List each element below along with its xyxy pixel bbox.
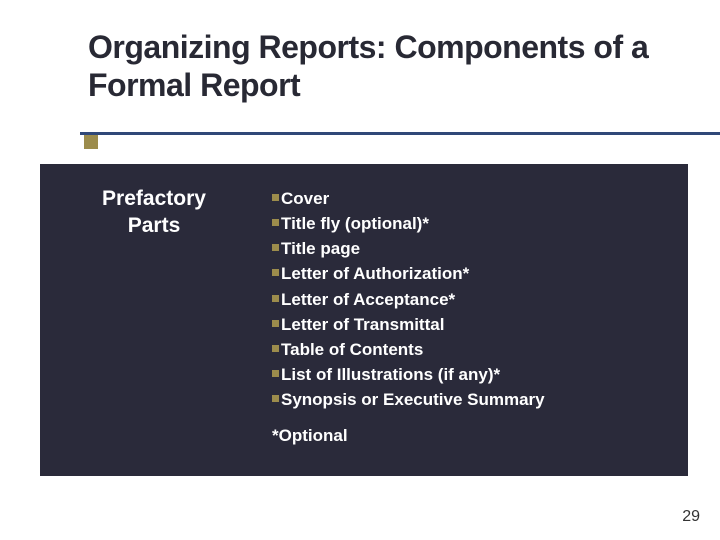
page-number: 29 [682, 508, 700, 526]
bullet-icon [272, 269, 279, 276]
bullet-icon [272, 345, 279, 352]
bullet-icon [272, 219, 279, 226]
item-text: Table of Contents [281, 337, 423, 362]
item-text: Letter of Transmittal [281, 312, 444, 337]
bullet-icon [272, 244, 279, 251]
footnote: *Optional [272, 426, 682, 446]
slide: Organizing Reports: Components of a Form… [0, 0, 720, 540]
title-accent-square [84, 135, 98, 149]
title-underline [80, 132, 720, 135]
content-box: Prefactory Parts Cover Title fly (option… [40, 164, 688, 476]
item-text: Title page [281, 236, 360, 261]
bullet-icon [272, 295, 279, 302]
list-item: Table of Contents [272, 337, 682, 362]
bullet-icon [272, 395, 279, 402]
section-label-line2: Parts [54, 213, 254, 240]
section-label: Prefactory Parts [54, 186, 254, 240]
bullet-icon [272, 320, 279, 327]
list-item: Cover [272, 186, 682, 211]
item-text: Letter of Acceptance* [281, 287, 455, 312]
item-text: Title fly (optional)* [281, 211, 429, 236]
item-list: Cover Title fly (optional)* Title page L… [272, 186, 682, 446]
list-item: Synopsis or Executive Summary [272, 387, 682, 412]
slide-title: Organizing Reports: Components of a Form… [34, 28, 686, 105]
bullet-icon [272, 370, 279, 377]
list-item: Letter of Acceptance* [272, 287, 682, 312]
list-item: Letter of Authorization* [272, 261, 682, 286]
item-text: Cover [281, 186, 329, 211]
list-item: Letter of Transmittal [272, 312, 682, 337]
bullet-icon [272, 194, 279, 201]
section-label-line1: Prefactory [54, 186, 254, 213]
item-text: List of Illustrations (if any)* [281, 362, 500, 387]
list-item: List of Illustrations (if any)* [272, 362, 682, 387]
item-text: Letter of Authorization* [281, 261, 469, 286]
list-item: Title fly (optional)* [272, 211, 682, 236]
item-text: Synopsis or Executive Summary [281, 387, 545, 412]
list-item: Title page [272, 236, 682, 261]
